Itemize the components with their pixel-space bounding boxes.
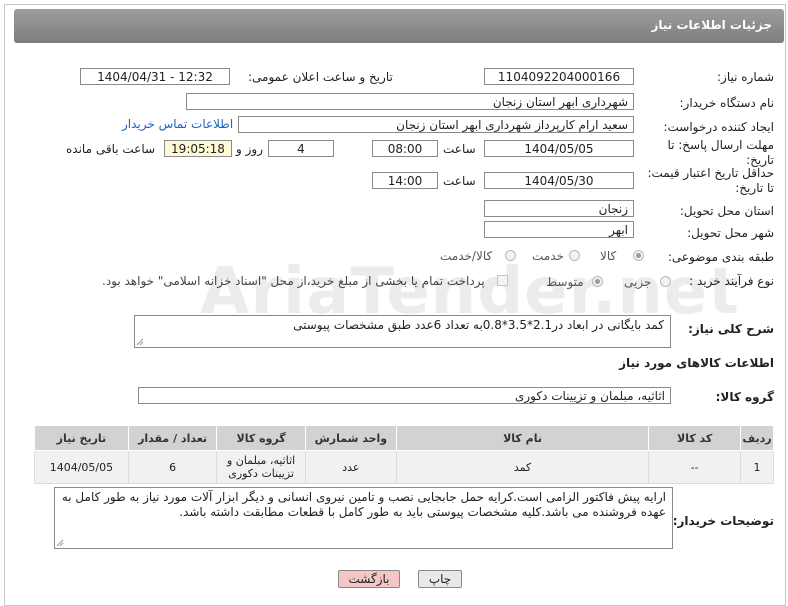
category-label: طبقه بندی موضوعی: <box>667 250 774 264</box>
summary-text: کمد بایگانی در ابعاد در2.1*3.5*0.8به تعد… <box>293 318 664 332</box>
process-type-label: نوع فرآیند خرید : <box>689 274 774 288</box>
process-minor-label: جزیی <box>624 275 652 289</box>
category-service-radio[interactable] <box>569 250 580 261</box>
buyer-contact-link[interactable]: اطلاعات تماس خریدار <box>122 117 233 131</box>
requester-label: ایجاد کننده درخواست: <box>663 120 774 134</box>
col-row: ردیف <box>740 425 774 451</box>
cell-date: 1404/05/05 <box>34 450 129 484</box>
cell-group: اثاثیه، مبلمان و تزیینات دکوری <box>216 450 306 484</box>
col-group: گروه کالا <box>216 425 306 451</box>
deadline-time-word: ساعت <box>443 142 476 156</box>
goods-table: ردیف کد کالا نام کالا واحد شمارش گروه کا… <box>34 425 774 484</box>
buyer-notes-textarea[interactable]: ارایه پیش فاکتور الزامی است.کرایه حمل جا… <box>54 487 673 549</box>
col-qty: تعداد / مقدار <box>127 425 218 451</box>
category-goods-label: کالا <box>600 249 617 263</box>
remaining-word: ساعت باقی مانده <box>66 142 156 156</box>
buyer-notes-label: توضیحات خریدار: <box>672 514 774 528</box>
col-name: نام کالا <box>395 425 650 451</box>
process-minor-radio[interactable] <box>660 276 671 287</box>
buyer-notes-text: ارایه پیش فاکتور الزامی است.کرایه حمل جا… <box>61 490 666 519</box>
province-field[interactable]: زنجان <box>484 200 634 217</box>
province-label: استان محل تحویل: <box>679 204 774 218</box>
deadline-label-date: تاریخ: <box>746 153 774 167</box>
cell-row: 1 <box>740 450 774 484</box>
process-medium-label: متوسط <box>546 275 584 289</box>
cell-code: -- <box>648 450 742 484</box>
announce-label: تاریخ و ساعت اعلان عمومی: <box>248 70 393 84</box>
goods-group-label: گروه کالا: <box>715 390 774 404</box>
category-both-radio[interactable] <box>505 250 516 261</box>
col-code: کد کالا <box>648 425 742 451</box>
city-label: شهر محل تحویل: <box>687 226 774 240</box>
cell-qty: 6 <box>127 450 218 484</box>
goods-table-header: ردیف کد کالا نام کالا واحد شمارش گروه کا… <box>34 425 774 451</box>
summary-textarea[interactable]: کمد بایگانی در ابعاد در2.1*3.5*0.8به تعد… <box>134 315 671 348</box>
requester-field[interactable]: سعید ارام کارپرداز شهرداری ابهر استان زن… <box>238 116 634 133</box>
city-field[interactable]: ابهر <box>484 221 634 238</box>
deadline-time-field[interactable]: 08:00 <box>372 140 438 157</box>
days-field[interactable]: 4 <box>268 140 334 157</box>
category-both-label: کالا/خدمت <box>440 249 493 263</box>
table-row[interactable]: 1 -- کمد عدد اثاثیه، مبلمان و تزیینات دک… <box>34 450 774 484</box>
process-medium-radio[interactable] <box>592 276 603 287</box>
summary-label: شرح کلی نیاز: <box>688 322 774 336</box>
remaining-time-field[interactable]: 19:05:18 <box>164 140 232 157</box>
need-number-label: شماره نیاز: <box>717 70 774 84</box>
col-date: تاریخ نیاز <box>34 425 129 451</box>
goods-group-field[interactable]: اثاثیه، مبلمان و تزیینات دکوری <box>138 387 671 404</box>
days-word: روز و <box>236 142 263 156</box>
price-validity-label-date: تا تاریخ: <box>735 181 774 195</box>
need-number-field[interactable]: 1104092204000166 <box>484 68 634 85</box>
page-title: جزئیات اطلاعات نیاز <box>651 18 772 32</box>
resize-grip-icon[interactable] <box>56 539 64 547</box>
resize-grip-icon[interactable] <box>136 338 144 346</box>
cell-unit: عدد <box>304 450 397 484</box>
back-button[interactable]: بازگشت <box>338 570 400 588</box>
price-time-word: ساعت <box>443 174 476 188</box>
treasury-payment-note: پرداخت تمام یا بخشی از مبلغ خرید،از محل … <box>102 274 485 288</box>
announce-date-field[interactable]: 1404/04/31 - 12:32 <box>80 68 230 85</box>
buyer-org-field[interactable]: شهرداری ابهر استان زنجان <box>186 93 634 110</box>
category-service-label: خدمت <box>532 249 564 263</box>
category-goods-radio[interactable] <box>633 250 644 261</box>
print-button[interactable]: چاپ <box>418 570 462 588</box>
cell-name: کمد <box>395 450 650 484</box>
price-validity-time-field[interactable]: 14:00 <box>372 172 438 189</box>
page-header: جزئیات اطلاعات نیاز <box>14 9 784 43</box>
col-unit: واحد شمارش <box>304 425 397 451</box>
buyer-org-label: نام دستگاه خریدار: <box>679 96 775 110</box>
deadline-label: مهلت ارسال پاسخ: تا <box>667 138 774 152</box>
goods-info-title: اطلاعات کالاهای مورد نیاز <box>619 356 774 370</box>
treasury-payment-checkbox[interactable] <box>497 275 508 286</box>
deadline-date-field[interactable]: 1404/05/05 <box>484 140 634 157</box>
price-validity-label: حداقل تاریخ اعتبار قیمت: <box>647 166 774 180</box>
price-validity-date-field[interactable]: 1404/05/30 <box>484 172 634 189</box>
